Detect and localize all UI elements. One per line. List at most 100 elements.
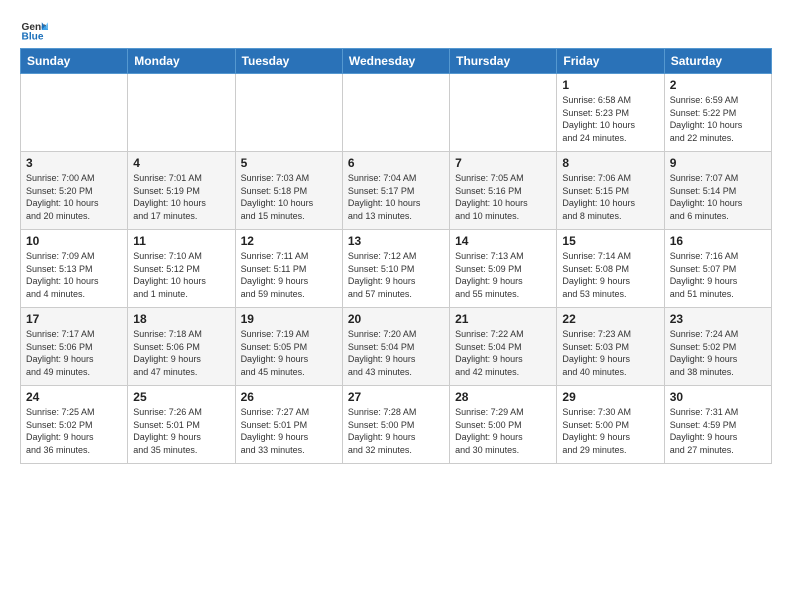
day-cell: 12Sunrise: 7:11 AM Sunset: 5:11 PM Dayli… [235, 230, 342, 308]
day-number: 29 [562, 390, 658, 404]
day-cell: 7 Sunrise: 7:05 AM Sunset: 5:16 PM Daylig… [450, 152, 557, 230]
th-saturday: Saturday [664, 49, 771, 74]
day-number: 15 [562, 234, 658, 248]
day-info: Sunrise: 7:03 AM Sunset: 5:18 PM Dayligh… [241, 172, 337, 222]
day-cell: 29 Sunrise: 7:30 AM Sunset: 5:00 PM Dayli… [557, 386, 664, 464]
day-cell: 17 Sunrise: 7:17 AM Sunset: 5:06 PM Dayli… [21, 308, 128, 386]
day-number: 9 [670, 156, 766, 170]
day-number: 3 [26, 156, 122, 170]
day-cell: 26Sunrise: 7:27 AM Sunset: 5:01 PM Dayli… [235, 386, 342, 464]
day-info: Sunrise: 7:07 AM Sunset: 5:14 PM Dayligh… [670, 172, 766, 222]
day-info: Sunrise: 7:28 AM Sunset: 5:00 PM Dayligh… [348, 406, 444, 456]
th-tuesday: Tuesday [235, 49, 342, 74]
day-info: Sunrise: 7:23 AM Sunset: 5:03 PM Dayligh… [562, 328, 658, 378]
th-sunday: Sunday [21, 49, 128, 74]
day-info: Sunrise: 7:14 AM Sunset: 5:08 PM Dayligh… [562, 250, 658, 300]
day-number: 19 [241, 312, 337, 326]
day-info: Sunrise: 7:04 AM Sunset: 5:17 PM Dayligh… [348, 172, 444, 222]
logo: General Blue [20, 16, 52, 44]
day-number: 22 [562, 312, 658, 326]
day-number: 13 [348, 234, 444, 248]
week-row-1: 1 Sunrise: 6:58 AM Sunset: 5:23 PM Daylig… [21, 74, 772, 152]
day-cell: 28 Sunrise: 7:29 AM Sunset: 5:00 PM Dayli… [450, 386, 557, 464]
th-monday: Monday [128, 49, 235, 74]
day-cell: 14 Sunrise: 7:13 AM Sunset: 5:09 PM Dayli… [450, 230, 557, 308]
day-info: Sunrise: 7:13 AM Sunset: 5:09 PM Dayligh… [455, 250, 551, 300]
day-cell [128, 74, 235, 152]
week-row-4: 17 Sunrise: 7:17 AM Sunset: 5:06 PM Dayli… [21, 308, 772, 386]
day-cell: 16Sunrise: 7:16 AM Sunset: 5:07 PM Dayli… [664, 230, 771, 308]
day-info: Sunrise: 7:25 AM Sunset: 5:02 PM Dayligh… [26, 406, 122, 456]
day-number: 7 [455, 156, 551, 170]
calendar-body: 1 Sunrise: 6:58 AM Sunset: 5:23 PM Daylig… [21, 74, 772, 464]
day-info: Sunrise: 7:18 AM Sunset: 5:06 PM Dayligh… [133, 328, 229, 378]
day-number: 11 [133, 234, 229, 248]
day-info: Sunrise: 7:16 AM Sunset: 5:07 PM Dayligh… [670, 250, 766, 300]
day-info: Sunrise: 7:10 AM Sunset: 5:12 PM Dayligh… [133, 250, 229, 300]
day-cell [235, 74, 342, 152]
day-number: 28 [455, 390, 551, 404]
day-number: 1 [562, 78, 658, 92]
day-info: Sunrise: 6:59 AM Sunset: 5:22 PM Dayligh… [670, 94, 766, 144]
day-info: Sunrise: 7:01 AM Sunset: 5:19 PM Dayligh… [133, 172, 229, 222]
day-cell [342, 74, 449, 152]
day-cell: 11 Sunrise: 7:10 AM Sunset: 5:12 PM Dayli… [128, 230, 235, 308]
day-number: 5 [241, 156, 337, 170]
day-info: Sunrise: 6:58 AM Sunset: 5:23 PM Dayligh… [562, 94, 658, 144]
day-info: Sunrise: 7:12 AM Sunset: 5:10 PM Dayligh… [348, 250, 444, 300]
day-number: 12 [241, 234, 337, 248]
day-number: 18 [133, 312, 229, 326]
day-cell: 15 Sunrise: 7:14 AM Sunset: 5:08 PM Dayli… [557, 230, 664, 308]
day-cell: 9 Sunrise: 7:07 AM Sunset: 5:14 PM Daylig… [664, 152, 771, 230]
day-cell: 5 Sunrise: 7:03 AM Sunset: 5:18 PM Daylig… [235, 152, 342, 230]
day-cell [21, 74, 128, 152]
day-info: Sunrise: 7:26 AM Sunset: 5:01 PM Dayligh… [133, 406, 229, 456]
day-cell: 4 Sunrise: 7:01 AM Sunset: 5:19 PM Daylig… [128, 152, 235, 230]
th-thursday: Thursday [450, 49, 557, 74]
day-cell: 8 Sunrise: 7:06 AM Sunset: 5:15 PM Daylig… [557, 152, 664, 230]
day-cell: 6Sunrise: 7:04 AM Sunset: 5:17 PM Daylig… [342, 152, 449, 230]
day-info: Sunrise: 7:00 AM Sunset: 5:20 PM Dayligh… [26, 172, 122, 222]
th-friday: Friday [557, 49, 664, 74]
day-number: 2 [670, 78, 766, 92]
day-info: Sunrise: 7:09 AM Sunset: 5:13 PM Dayligh… [26, 250, 122, 300]
day-number: 27 [348, 390, 444, 404]
day-cell: 21Sunrise: 7:22 AM Sunset: 5:04 PM Dayli… [450, 308, 557, 386]
day-info: Sunrise: 7:20 AM Sunset: 5:04 PM Dayligh… [348, 328, 444, 378]
day-number: 23 [670, 312, 766, 326]
day-number: 17 [26, 312, 122, 326]
day-cell: 20 Sunrise: 7:20 AM Sunset: 5:04 PM Dayli… [342, 308, 449, 386]
day-number: 14 [455, 234, 551, 248]
day-info: Sunrise: 7:17 AM Sunset: 5:06 PM Dayligh… [26, 328, 122, 378]
day-number: 10 [26, 234, 122, 248]
header: General Blue [20, 16, 772, 44]
svg-text:Blue: Blue [22, 31, 44, 42]
day-info: Sunrise: 7:05 AM Sunset: 5:16 PM Dayligh… [455, 172, 551, 222]
day-number: 4 [133, 156, 229, 170]
day-number: 30 [670, 390, 766, 404]
week-row-2: 3 Sunrise: 7:00 AM Sunset: 5:20 PM Daylig… [21, 152, 772, 230]
day-number: 24 [26, 390, 122, 404]
day-cell: 10 Sunrise: 7:09 AM Sunset: 5:13 PM Dayli… [21, 230, 128, 308]
day-cell: 22 Sunrise: 7:23 AM Sunset: 5:03 PM Dayli… [557, 308, 664, 386]
day-info: Sunrise: 7:22 AM Sunset: 5:04 PM Dayligh… [455, 328, 551, 378]
day-cell: 3 Sunrise: 7:00 AM Sunset: 5:20 PM Daylig… [21, 152, 128, 230]
day-number: 8 [562, 156, 658, 170]
logo-icon: General Blue [20, 16, 48, 44]
day-cell: 13 Sunrise: 7:12 AM Sunset: 5:10 PM Dayli… [342, 230, 449, 308]
page: General Blue Sunday Monday Tuesday Wedne… [0, 0, 792, 474]
day-info: Sunrise: 7:24 AM Sunset: 5:02 PM Dayligh… [670, 328, 766, 378]
day-number: 20 [348, 312, 444, 326]
day-cell: 19Sunrise: 7:19 AM Sunset: 5:05 PM Dayli… [235, 308, 342, 386]
week-row-3: 10 Sunrise: 7:09 AM Sunset: 5:13 PM Dayli… [21, 230, 772, 308]
week-row-5: 24 Sunrise: 7:25 AM Sunset: 5:02 PM Dayli… [21, 386, 772, 464]
day-cell: 27 Sunrise: 7:28 AM Sunset: 5:00 PM Dayli… [342, 386, 449, 464]
day-info: Sunrise: 7:06 AM Sunset: 5:15 PM Dayligh… [562, 172, 658, 222]
calendar-header: Sunday Monday Tuesday Wednesday Thursday… [21, 49, 772, 74]
day-number: 25 [133, 390, 229, 404]
day-cell: 18 Sunrise: 7:18 AM Sunset: 5:06 PM Dayli… [128, 308, 235, 386]
day-info: Sunrise: 7:30 AM Sunset: 5:00 PM Dayligh… [562, 406, 658, 456]
day-info: Sunrise: 7:29 AM Sunset: 5:00 PM Dayligh… [455, 406, 551, 456]
day-info: Sunrise: 7:31 AM Sunset: 4:59 PM Dayligh… [670, 406, 766, 456]
th-wednesday: Wednesday [342, 49, 449, 74]
